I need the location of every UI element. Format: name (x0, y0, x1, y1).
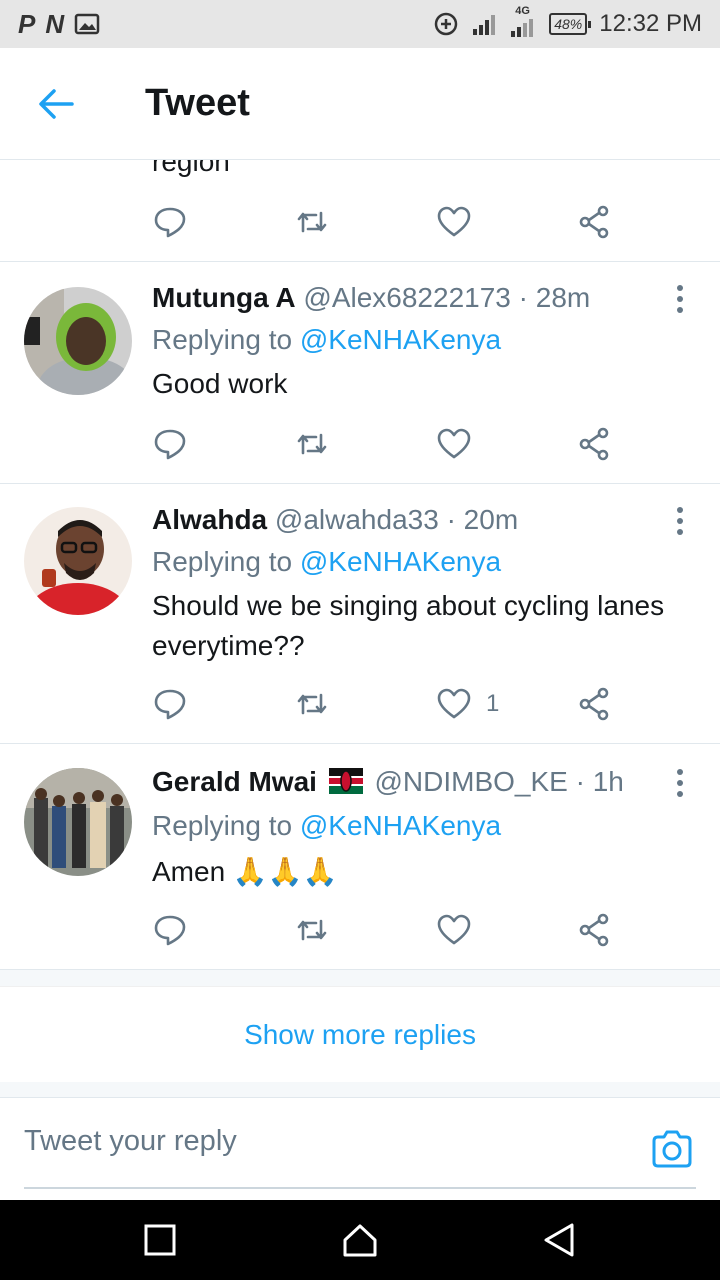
reply-button[interactable] (152, 202, 188, 242)
partial-tweet[interactable]: region (0, 160, 720, 262)
tweet-actions (152, 910, 632, 950)
share-button[interactable] (576, 424, 612, 464)
reply-icon (154, 429, 186, 460)
replying-to: Replying to @KeNHAKenya (152, 324, 501, 356)
share-button[interactable] (576, 202, 612, 242)
share-button[interactable] (576, 684, 612, 724)
like-count: 1 (486, 690, 500, 717)
network-4g-icon: 4G (509, 5, 537, 39)
retweet-icon (297, 433, 327, 455)
app-p-icon: P (18, 8, 36, 39)
heart-icon (437, 428, 471, 459)
tweet-header: Alwahda @alwahda33 · 20m (152, 504, 518, 536)
replying-to: Replying to @KeNHAKenya (152, 810, 501, 842)
app-n-icon: N (45, 8, 65, 39)
handle-and-time: @alwahda33 · 20m (274, 504, 519, 535)
kenya-flag-icon (328, 768, 363, 794)
retweet-button[interactable] (294, 202, 330, 242)
retweet-button[interactable] (294, 910, 330, 950)
input-underline (24, 1187, 696, 1189)
reply-composer (0, 1099, 720, 1200)
tweet-reply-input[interactable] (24, 1125, 634, 1158)
section-divider (0, 970, 720, 986)
replying-to: Replying to @KeNHAKenya (152, 546, 501, 578)
avatar[interactable] (24, 287, 132, 395)
retweet-icon (297, 211, 327, 233)
retweet-button[interactable] (294, 684, 330, 724)
home-icon[interactable] (340, 1220, 380, 1260)
top-app-bar: Tweet (0, 48, 720, 160)
system-navigation-bar (0, 1200, 720, 1280)
replying-prefix: Replying to (152, 546, 300, 577)
show-more-replies-button[interactable]: Show more replies (0, 986, 720, 1082)
clock: 12:32 PM (599, 10, 702, 37)
section-divider (0, 1082, 720, 1098)
tweet-actions (152, 202, 632, 242)
mention-link[interactable]: @KeNHAKenya (300, 546, 501, 577)
retweet-button[interactable] (294, 424, 330, 464)
signal-icon (473, 15, 496, 35)
replying-prefix: Replying to (152, 324, 300, 355)
recent-apps-icon[interactable] (140, 1220, 180, 1260)
display-name[interactable]: Alwahda (152, 504, 267, 535)
like-button[interactable]: 1 (436, 684, 499, 724)
tweet-text: Amen 🙏🙏🙏 (152, 856, 338, 887)
tweet-header: Mutunga A @Alex68222173 · 28m (152, 282, 590, 314)
tweet-text: Good work (152, 368, 288, 399)
reply-button[interactable] (152, 910, 188, 950)
tweet-text: region (152, 160, 230, 177)
display-name[interactable]: Mutunga A (152, 282, 296, 313)
retweet-icon (297, 919, 327, 941)
retweet-icon (297, 693, 327, 715)
reply-tweet[interactable]: Mutunga A @Alex68222173 · 28m Replying t… (0, 262, 720, 484)
reply-icon (154, 207, 186, 238)
heart-icon (437, 688, 471, 719)
tweet-actions: 1 (152, 684, 632, 724)
reply-tweet[interactable]: Gerald Mwai @NDIMBO_KE · 1h Replying to … (0, 744, 720, 970)
heart-icon (437, 206, 471, 237)
back-icon[interactable] (540, 1220, 580, 1260)
share-icon (579, 205, 609, 239)
reply-tweet[interactable]: Alwahda @alwahda33 · 20m Replying to @Ke… (0, 484, 720, 744)
avatar[interactable] (24, 768, 132, 876)
handle-and-time: @Alex68222173 · 28m (303, 282, 591, 313)
tweet-header: Gerald Mwai @NDIMBO_KE · 1h (152, 766, 624, 798)
tweet-text: Should we be singing about cycling lanes… (152, 590, 665, 661)
more-options-icon[interactable] (672, 284, 688, 314)
mention-link[interactable]: @KeNHAKenya (300, 324, 501, 355)
like-button[interactable] (436, 910, 486, 950)
share-icon (579, 913, 609, 947)
mention-link[interactable]: @KeNHAKenya (300, 810, 501, 841)
share-icon (579, 687, 609, 721)
more-options-icon[interactable] (672, 768, 688, 798)
reply-icon (154, 915, 186, 946)
display-name[interactable]: Gerald Mwai (152, 766, 317, 797)
reply-button[interactable] (152, 684, 188, 724)
reply-button[interactable] (152, 424, 188, 464)
more-options-icon[interactable] (672, 506, 688, 536)
status-left-icons: P N (18, 9, 100, 40)
image-icon (74, 13, 100, 35)
avatar[interactable] (24, 507, 132, 615)
handle-and-time: @NDIMBO_KE · 1h (374, 766, 624, 797)
like-button[interactable] (436, 424, 486, 464)
status-bar: P N 4G 48% 12:32 PM (0, 0, 720, 48)
page-title: Tweet (145, 82, 250, 124)
camera-icon[interactable] (650, 1129, 694, 1169)
battery-level: 48% (554, 16, 583, 32)
tweet-actions (152, 424, 632, 464)
show-more-label: Show more replies (244, 1018, 476, 1050)
back-arrow-icon[interactable] (36, 86, 76, 122)
share-button[interactable] (576, 910, 612, 950)
status-right-icons: 4G 48% 12:32 PM (433, 5, 702, 39)
share-icon (579, 427, 609, 461)
like-button[interactable] (436, 202, 472, 242)
battery-icon: 48% (549, 13, 592, 35)
reply-icon (154, 689, 186, 720)
replying-prefix: Replying to (152, 810, 300, 841)
data-saver-icon (434, 12, 458, 36)
heart-icon (437, 914, 471, 945)
